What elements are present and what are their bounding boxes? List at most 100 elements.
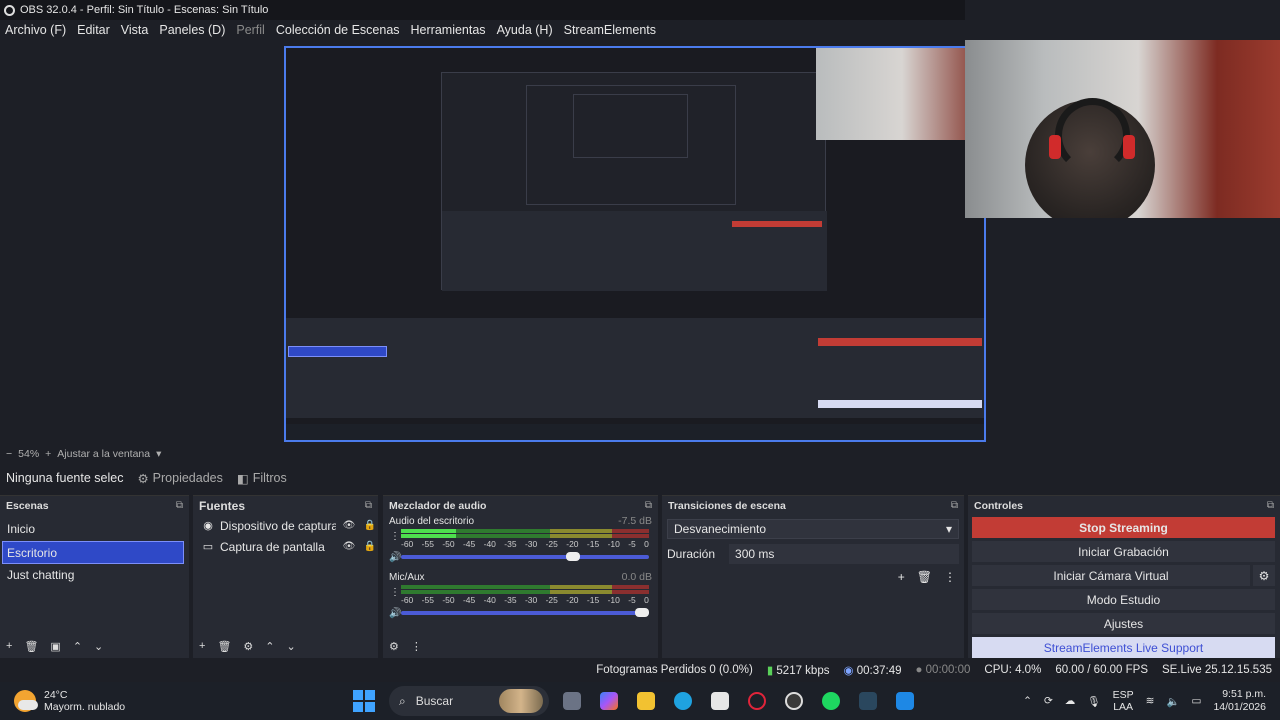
webcam-feed[interactable] (965, 40, 1280, 218)
zoom-out-icon[interactable]: − (6, 448, 12, 460)
store-icon[interactable] (711, 692, 729, 710)
undock-icon[interactable]: ⧉ (1267, 500, 1274, 511)
source-item-camera[interactable]: ◉ Dispositivo de captura de 👁 🔒 (193, 515, 378, 536)
more-options-icon[interactable]: ⋮ (390, 531, 400, 542)
move-down-icon[interactable]: ⌄ (94, 640, 103, 653)
spotify-icon[interactable] (822, 692, 840, 710)
microphone-icon[interactable]: 🎙 (1087, 695, 1100, 708)
scene-item-escritorio[interactable]: Escritorio (2, 541, 184, 564)
menu-vista[interactable]: Vista (121, 23, 149, 37)
add-icon[interactable]: + (898, 570, 905, 584)
preview-area[interactable] (0, 40, 1280, 446)
volume-icon[interactable]: 🔈 (1166, 695, 1179, 708)
move-up-icon[interactable]: ⌃ (73, 640, 82, 653)
scene-item-inicio[interactable]: Inicio (0, 518, 189, 541)
trash-icon[interactable]: 🗑 (917, 570, 932, 584)
fps: 60.00 / 60.00 FPS (1055, 664, 1149, 676)
windows-start-icon[interactable] (353, 690, 375, 712)
obs-icon[interactable] (785, 692, 803, 710)
track-name: Audio del escritorio (389, 516, 475, 527)
menu-archivo[interactable]: Archivo (F) (5, 23, 66, 37)
zoom-bar: − 54% + Ajustar a la ventana ▾ (0, 446, 300, 462)
stream-time: 00:37:49 (856, 665, 902, 677)
gear-icon[interactable]: ⚙ (243, 640, 253, 653)
menu-perfil[interactable]: Perfil (236, 23, 264, 37)
lock-icon[interactable]: 🔒 (362, 541, 378, 552)
undock-icon[interactable]: ⧉ (645, 500, 652, 511)
chevron-down-icon[interactable]: ▾ (156, 448, 161, 460)
filter-icon[interactable]: ▣ (50, 640, 60, 653)
speaker-icon[interactable]: 🔊 (389, 552, 401, 563)
steam-icon[interactable] (859, 692, 877, 710)
duration-input[interactable]: 300 ms (729, 544, 959, 564)
undock-icon[interactable]: ⧉ (176, 500, 183, 511)
gear-icon[interactable]: ⚙ (1253, 565, 1275, 586)
nested-support-button (818, 400, 982, 408)
eye-icon[interactable]: 👁 (341, 520, 357, 531)
advanced-audio-icon[interactable]: ⚙ (389, 640, 399, 653)
stop-streaming-button[interactable]: Stop Streaming (972, 517, 1275, 538)
taskbar-search[interactable]: ⌕ Buscar (389, 686, 549, 716)
move-up-icon[interactable]: ⌃ (265, 640, 274, 653)
menu-coleccion-escenas[interactable]: Colección de Escenas (276, 23, 400, 37)
edge-icon[interactable] (674, 692, 692, 710)
zoom-in-icon[interactable]: + (45, 448, 51, 460)
menu-paneles[interactable]: Paneles (D) (159, 23, 225, 37)
start-virtual-cam-button[interactable]: Iniciar Cámara Virtual (972, 565, 1250, 586)
meter-tick: -45 (462, 539, 476, 549)
settings-button[interactable]: Ajustes (972, 613, 1275, 634)
menu-ayuda[interactable]: Ayuda (H) (497, 23, 553, 37)
volume-slider[interactable] (401, 608, 649, 617)
undock-icon[interactable]: ⧉ (365, 500, 372, 511)
clock[interactable]: 9:51 p.m. 14/01/2026 (1213, 688, 1266, 714)
menu-streamelements[interactable]: StreamElements (564, 23, 656, 37)
weather-widget[interactable]: 24°C Mayorm. nublado (0, 689, 340, 713)
support-button[interactable]: StreamElements Live Support (972, 637, 1275, 658)
lock-icon[interactable]: 🔒 (362, 520, 378, 531)
slider-knob[interactable] (635, 608, 649, 617)
scenes-title: Escenas (6, 499, 49, 512)
transition-select[interactable]: Desvanecimiento ▾ (667, 519, 959, 539)
add-icon[interactable]: + (199, 640, 205, 652)
battery-icon[interactable]: ▭ (1192, 695, 1202, 707)
audio-mixer-dock: Mezclador de audio ⧉ Audio del escritori… (383, 495, 658, 658)
properties-button[interactable]: ⚙ Propiedades (137, 471, 222, 486)
more-options-icon[interactable]: ⋮ (390, 587, 400, 598)
filters-button[interactable]: ◧ Filtros (237, 471, 287, 486)
menu-editar[interactable]: Editar (77, 23, 110, 37)
language-indicator[interactable]: ESP LAA (1113, 689, 1134, 713)
wifi-icon[interactable]: ≋ (1146, 695, 1155, 707)
preview-canvas[interactable] (284, 46, 986, 442)
slider-knob[interactable] (565, 552, 580, 561)
controls-dock: Controles ⧉ Stop Streaming Iniciar Graba… (968, 495, 1280, 658)
cloud-icon[interactable]: ☁ (1065, 695, 1076, 707)
speaker-icon[interactable]: 🔊 (389, 608, 401, 619)
move-down-icon[interactable]: ⌄ (287, 640, 296, 653)
add-icon[interactable]: + (6, 640, 12, 652)
start-recording-button[interactable]: Iniciar Grabación (972, 541, 1275, 562)
eye-icon[interactable]: 👁 (341, 541, 357, 552)
studio-mode-button[interactable]: Modo Estudio (972, 589, 1275, 610)
controls-header: Controles ⧉ (968, 496, 1280, 515)
source-item-screen[interactable]: ▭ Captura de pantalla 👁 🔒 (193, 536, 378, 557)
more-options-icon[interactable]: ⋮ (944, 570, 956, 584)
undock-icon[interactable]: ⧉ (951, 500, 958, 511)
copilot-icon[interactable] (600, 692, 618, 710)
chevron-up-icon[interactable]: ⌃ (1023, 695, 1032, 707)
file-explorer-icon[interactable] (637, 692, 655, 710)
task-view-icon[interactable] (563, 692, 581, 710)
meter-tick: -60 (401, 539, 414, 549)
scene-item-just-chatting[interactable]: Just chatting (0, 564, 189, 587)
source-name: Dispositivo de captura de (220, 518, 336, 533)
volume-slider[interactable] (401, 552, 649, 561)
monitor-icon: ▭ (202, 541, 214, 553)
taskbar: 24°C Mayorm. nublado ⌕ Buscar ⌃ ⟳ ☁ 🎙 ES… (0, 682, 1280, 720)
menu-herramientas[interactable]: Herramientas (411, 23, 486, 37)
trash-icon[interactable]: 🗑 (217, 640, 231, 653)
trash-icon[interactable]: 🗑 (24, 640, 38, 653)
more-options-icon[interactable]: ⋮ (411, 640, 422, 653)
opera-icon[interactable] (748, 692, 766, 710)
app-icon[interactable] (896, 692, 914, 710)
sync-icon[interactable]: ⟳ (1044, 695, 1053, 707)
fit-window-label[interactable]: Ajustar a la ventana (57, 448, 150, 460)
